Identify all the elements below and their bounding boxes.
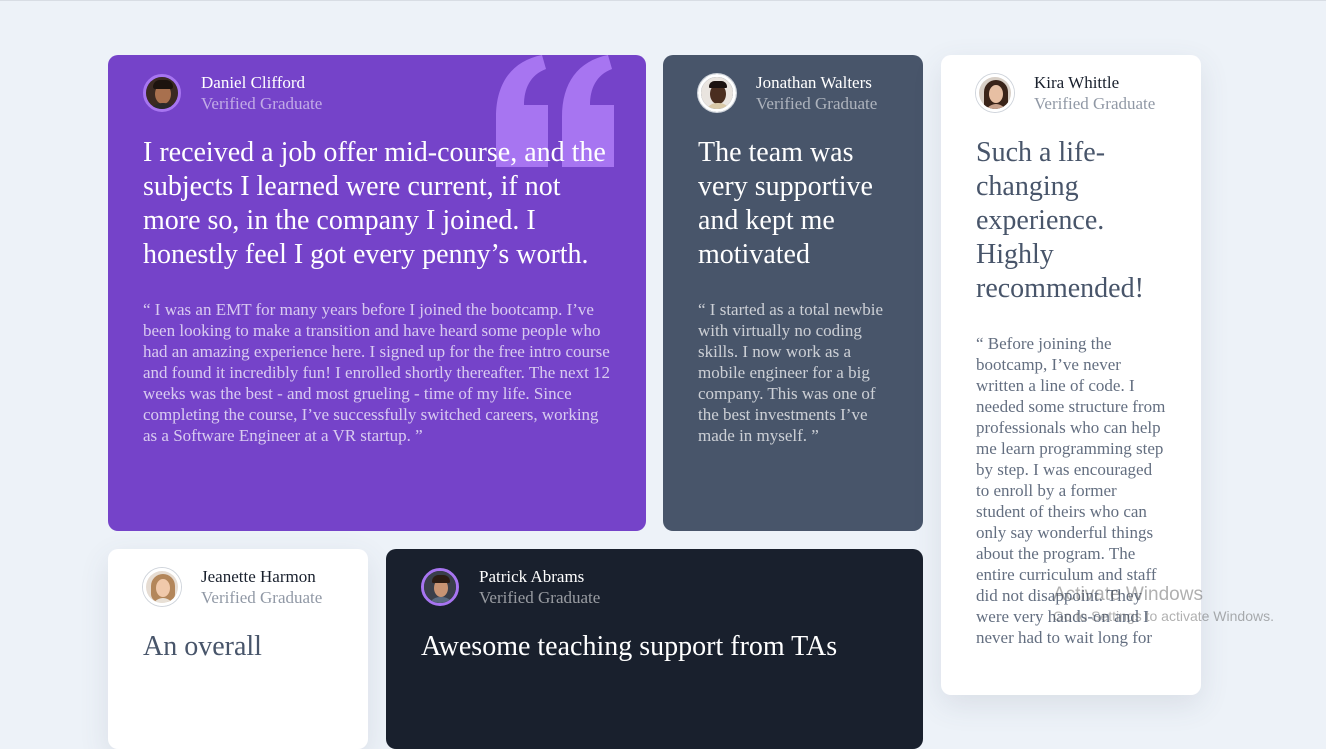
- author-name: Jeanette Harmon: [201, 567, 316, 586]
- author-name: Jonathan Walters: [756, 73, 872, 92]
- author-name: Patrick Abrams: [479, 567, 585, 586]
- author-name: Daniel Clifford: [201, 73, 306, 92]
- testimonial-card-daniel: Daniel Clifford Verified Graduate I rece…: [108, 55, 646, 531]
- testimonial-card-kira: Kira Whittle Verified Graduate Such a li…: [941, 55, 1201, 695]
- author-role: Verified Graduate: [756, 94, 878, 113]
- testimonial-title: I received a job offer mid-course, and t…: [143, 137, 606, 270]
- avatar: [698, 74, 736, 112]
- author-name: Kira Whittle: [1034, 73, 1120, 92]
- testimonial-body: “ Before joining the bootcamp, I’ve neve…: [976, 334, 1166, 647]
- avatar: [976, 74, 1014, 112]
- author-header: Patrick Abrams Verified Graduate: [421, 566, 888, 608]
- author-role: Verified Graduate: [1034, 94, 1156, 113]
- avatar: [421, 568, 459, 606]
- author-role: Verified Graduate: [201, 588, 323, 607]
- testimonial-card-jonathan: Jonathan Walters Verified Graduate The t…: [663, 55, 923, 531]
- author-role: Verified Graduate: [479, 588, 601, 607]
- testimonial-card-patrick: Patrick Abrams Verified Graduate Awesome…: [386, 549, 923, 749]
- testimonial-body: “ I was an EMT for many years before I j…: [143, 300, 611, 445]
- author-header: Kira Whittle Verified Graduate: [976, 72, 1166, 114]
- author-header: Jonathan Walters Verified Graduate: [698, 72, 888, 114]
- testimonial-title: Such a life-changing experience. Highly …: [976, 137, 1144, 304]
- author-role: Verified Graduate: [201, 94, 323, 113]
- avatar: [143, 74, 181, 112]
- testimonial-card-jeanette: Jeanette Harmon Verified Graduate An ove…: [108, 549, 368, 749]
- author-header: Daniel Clifford Verified Graduate: [143, 72, 611, 114]
- testimonial-title: The team was very supportive and kept me…: [698, 137, 873, 270]
- author-header: Jeanette Harmon Verified Graduate: [143, 566, 333, 608]
- testimonial-body: “ I started as a total newbie with virtu…: [698, 300, 884, 445]
- avatar: [143, 568, 181, 606]
